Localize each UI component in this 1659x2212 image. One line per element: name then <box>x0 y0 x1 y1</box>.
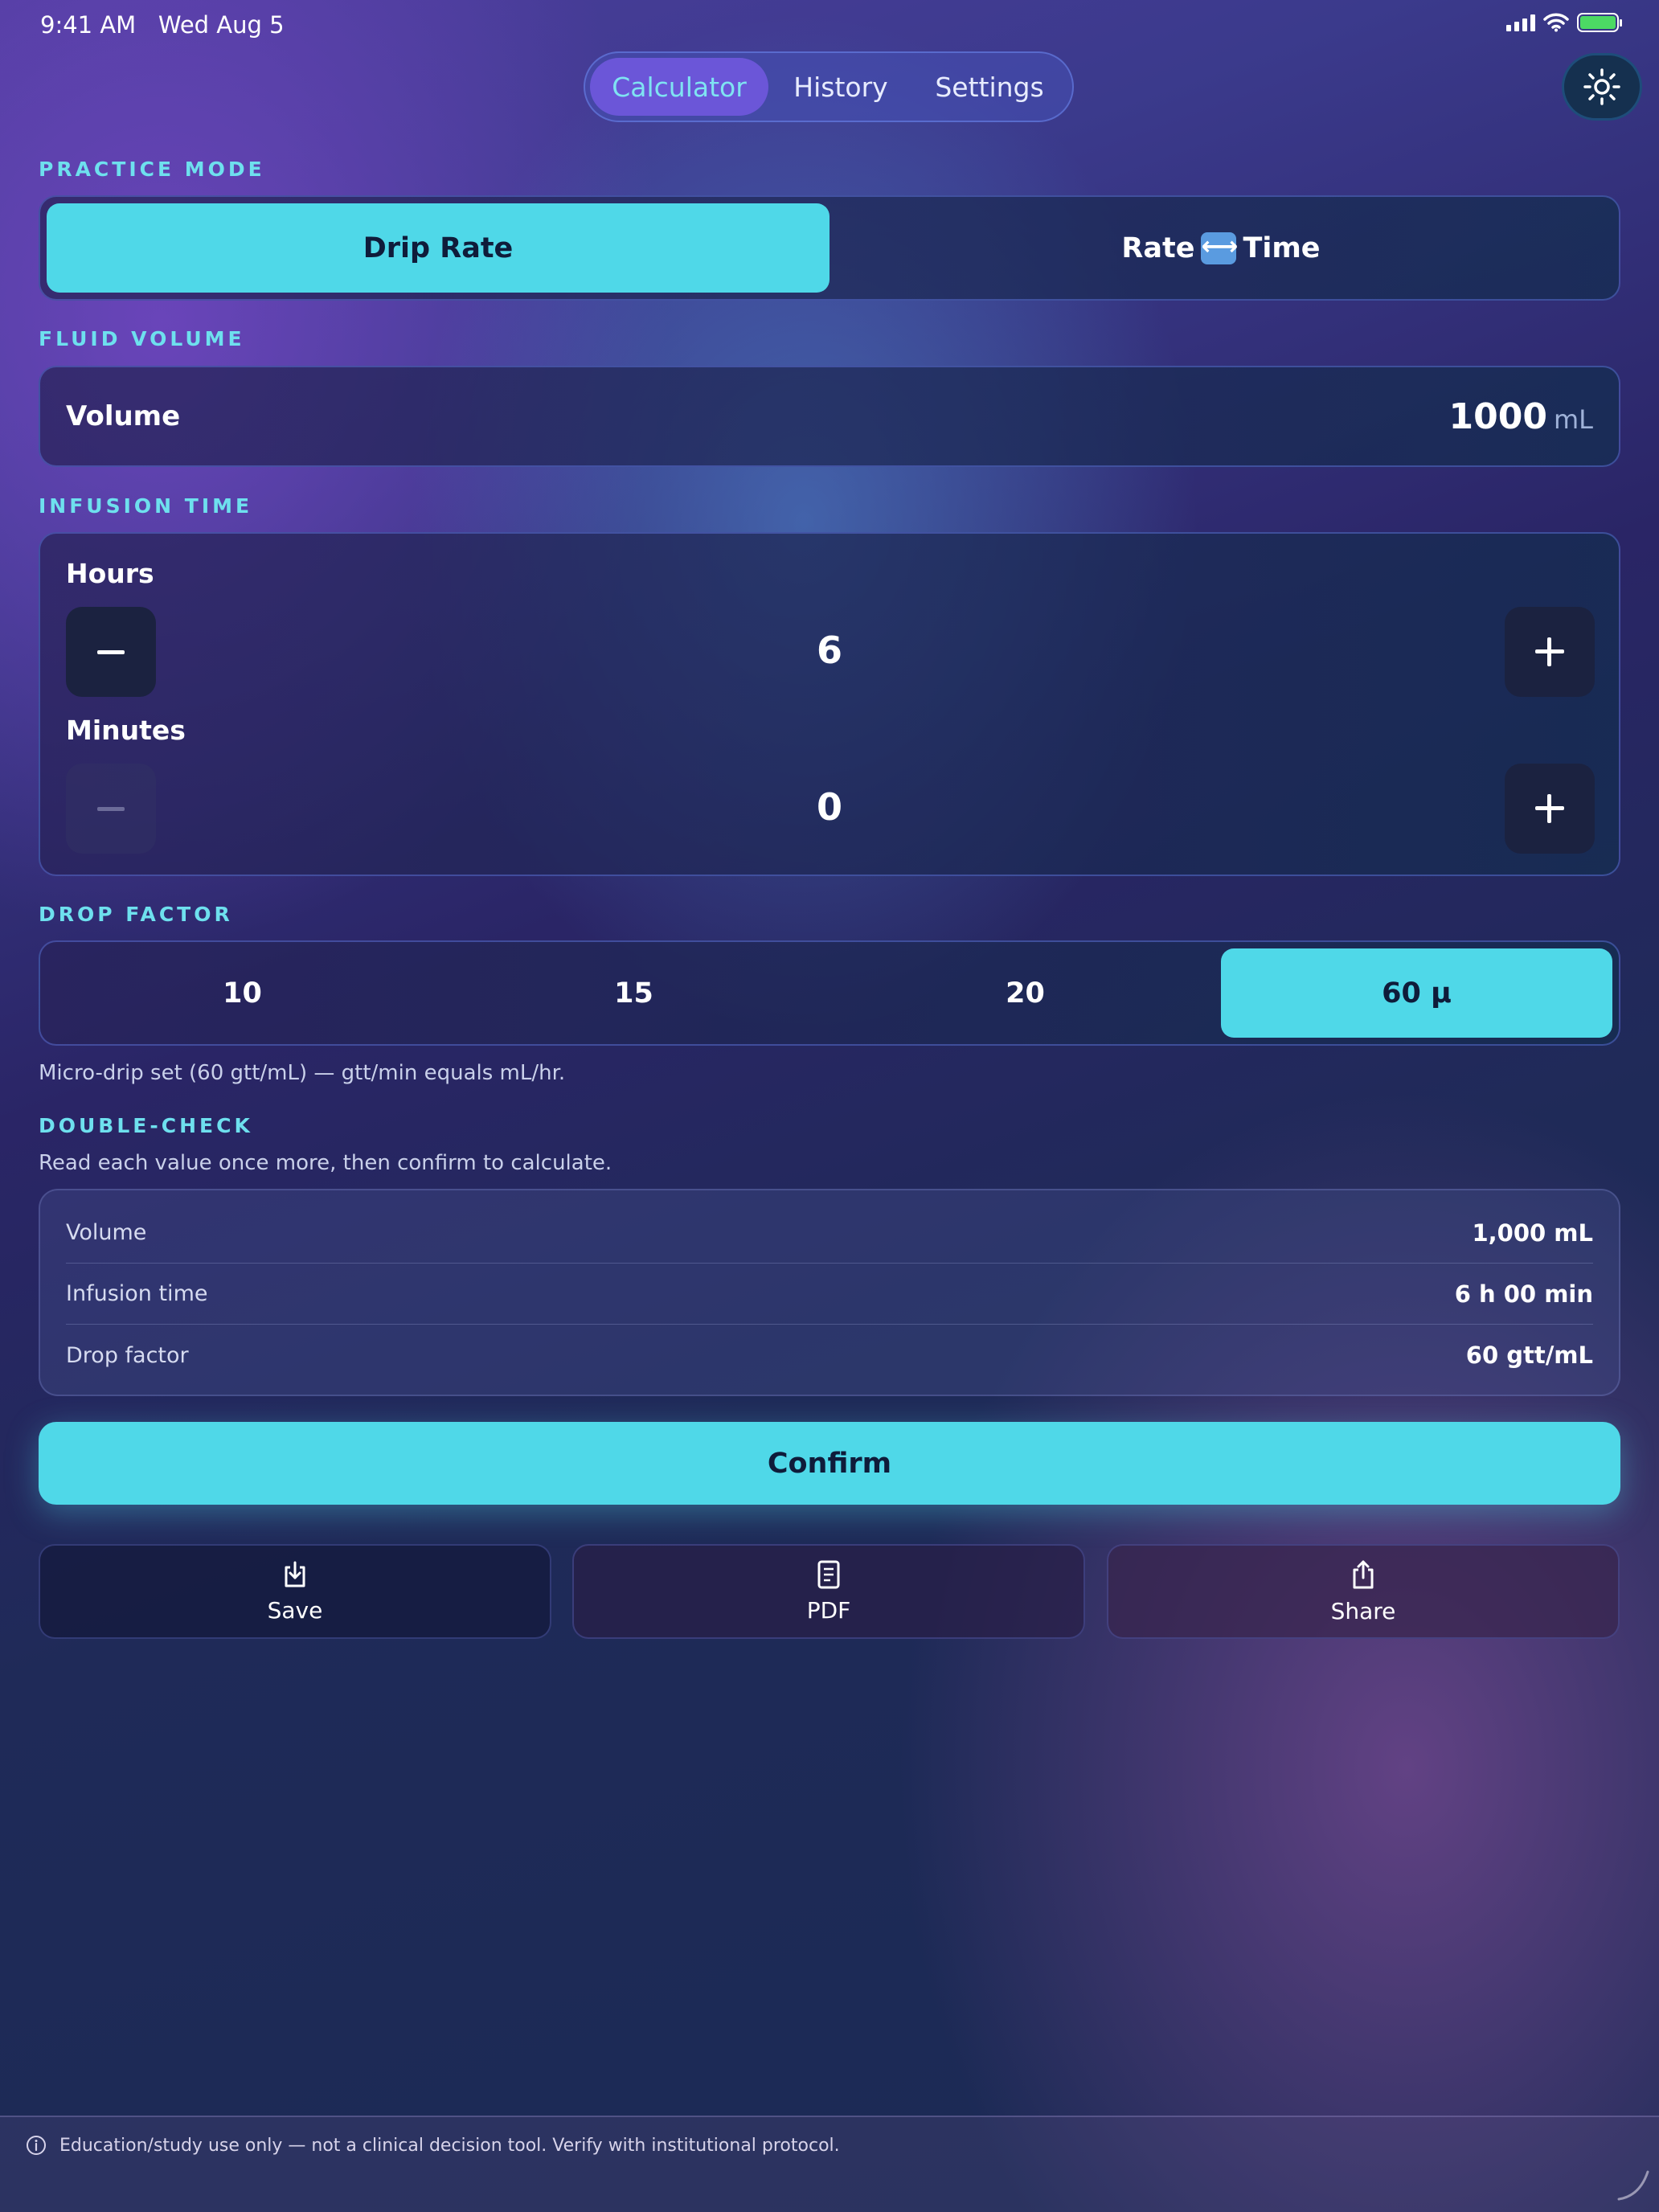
pdf-label: PDF <box>806 1596 851 1624</box>
info-icon <box>27 2136 46 2155</box>
share-label: Share <box>1330 1597 1396 1624</box>
practice-mode-label: PRACTICE MODE <box>39 158 265 181</box>
mode-time-label: Time <box>1243 231 1321 264</box>
volume-value: 1000 <box>1448 395 1547 437</box>
wifi-icon <box>1543 13 1569 32</box>
summary-key: Volume <box>66 1220 147 1245</box>
hours-value: 6 <box>816 629 842 672</box>
drop-factor-hint: Micro-drip set (60 gtt/mL) — gtt/min equ… <box>39 1061 566 1085</box>
main-tab-bar: Calculator History Settings <box>584 51 1074 122</box>
cellular-signal-icon <box>1506 14 1535 31</box>
drop-factor-selector: 10 15 20 60 μ <box>39 940 1620 1046</box>
hours-label: Hours <box>66 558 154 589</box>
drop-factor-20-button[interactable]: 20 <box>830 948 1221 1038</box>
share-icon <box>1353 1560 1374 1588</box>
theme-toggle-button[interactable] <box>1562 53 1642 121</box>
minutes-value: 0 <box>816 785 842 829</box>
volume-field-label: Volume <box>66 400 181 432</box>
resize-handle-icon <box>1617 2170 1649 2201</box>
double-check-summary: Volume 1,000 mL Infusion time 6 h 00 min… <box>39 1189 1620 1396</box>
summary-row: Infusion time 6 h 00 min <box>66 1264 1593 1325</box>
sun-icon <box>1583 68 1620 105</box>
tab-settings[interactable]: Settings <box>913 58 1066 116</box>
confirm-button[interactable]: Confirm <box>39 1422 1620 1505</box>
status-bar-clock: 9:41 AM Wed Aug 5 <box>40 11 285 39</box>
battery-icon <box>1577 13 1622 32</box>
swap-arrows-icon <box>1201 231 1237 264</box>
minutes-label: Minutes <box>66 715 186 746</box>
infusion-time-label: INFUSION TIME <box>39 494 253 518</box>
status-icons <box>1506 13 1622 32</box>
mode-rate-time-button[interactable]: Rate Time <box>830 203 1612 293</box>
drop-factor-10-button[interactable]: 10 <box>47 948 438 1038</box>
hours-increment-button[interactable] <box>1505 607 1595 697</box>
save-button[interactable]: Save <box>39 1544 551 1639</box>
double-check-label: DOUBLE-CHECK <box>39 1114 253 1137</box>
share-button[interactable]: Share <box>1107 1544 1620 1639</box>
summary-row: Volume 1,000 mL <box>66 1202 1593 1264</box>
save-label: Save <box>267 1596 323 1624</box>
volume-unit: mL <box>1554 403 1593 435</box>
pdf-button[interactable]: PDF <box>572 1544 1085 1639</box>
volume-field[interactable]: Volume 1000 mL <box>39 366 1620 467</box>
fluid-volume-label: FLUID VOLUME <box>39 327 245 350</box>
drop-factor-60-button[interactable]: 60 μ <box>1221 948 1612 1038</box>
status-date: Wed Aug 5 <box>158 11 285 39</box>
mode-rate-label: Rate <box>1121 231 1195 264</box>
drop-factor-label: DROP FACTOR <box>39 903 233 926</box>
summary-key: Infusion time <box>66 1281 208 1306</box>
footer-disclaimer-bar: Education/study use only — not a clinica… <box>0 2116 1659 2212</box>
summary-row: Drop factor 60 gtt/mL <box>66 1325 1593 1386</box>
drop-factor-15-button[interactable]: 15 <box>438 948 830 1038</box>
summary-value: 1,000 mL <box>1472 1219 1593 1247</box>
summary-value: 60 gtt/mL <box>1465 1342 1593 1369</box>
double-check-instruction: Read each value once more, then confirm … <box>39 1151 612 1175</box>
practice-mode-selector: Drip Rate Rate Time <box>39 195 1620 301</box>
summary-value: 6 h 00 min <box>1454 1280 1593 1308</box>
summary-key: Drop factor <box>66 1342 189 1368</box>
plus-icon <box>1535 637 1564 666</box>
infusion-time-card: Hours 6 Minutes 0 <box>39 532 1620 876</box>
tab-history[interactable]: History <box>768 58 913 116</box>
minutes-increment-button[interactable] <box>1505 764 1595 854</box>
status-time: 9:41 AM <box>40 11 137 39</box>
mode-drip-rate-button[interactable]: Drip Rate <box>47 203 830 293</box>
document-icon <box>817 1560 840 1588</box>
download-icon <box>285 1561 305 1587</box>
plus-icon <box>1535 794 1564 823</box>
disclaimer-text: Education/study use only — not a clinica… <box>59 2135 840 2156</box>
tab-calculator[interactable]: Calculator <box>590 58 768 116</box>
